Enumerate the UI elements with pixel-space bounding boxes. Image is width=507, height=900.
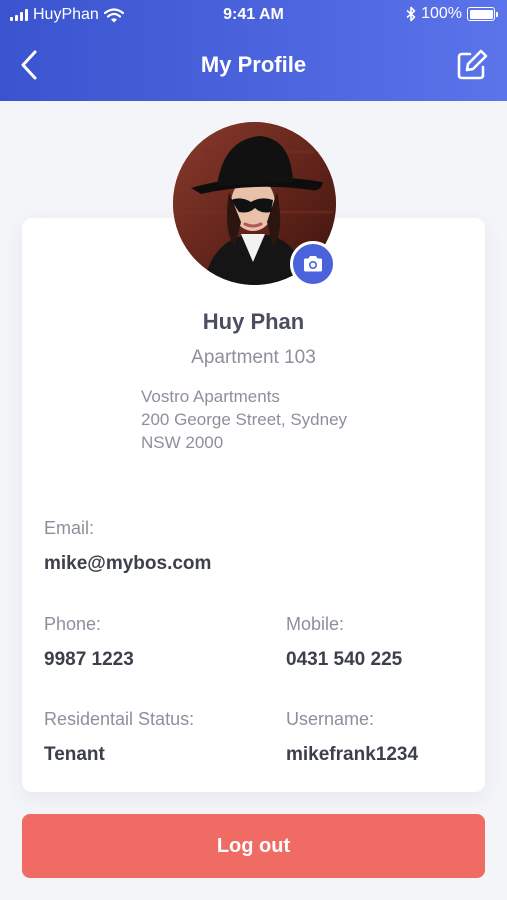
bluetooth-icon [406, 6, 416, 22]
phone-label: Phone: [44, 614, 102, 634]
battery-fill [469, 9, 493, 19]
username-value: mikefrank1234 [286, 744, 419, 765]
address: Vostro Apartments 200 George Street, Syd… [141, 385, 347, 454]
phone-value: 9987 1223 [44, 649, 134, 670]
address-line: NSW 2000 [141, 433, 224, 452]
camera-icon [304, 256, 322, 272]
address-line: Vostro Apartments [141, 387, 280, 406]
mobile-value: 0431 540 225 [286, 649, 403, 670]
app-header: HuyPhan 9:41 AM 100% My Profile [0, 0, 507, 101]
profile-name: Huy Phan [202, 309, 305, 334]
status-bar: HuyPhan 9:41 AM 100% [0, 0, 507, 30]
mobile-label: Mobile: [286, 614, 345, 634]
residential-status-label: Residentail Status: [44, 709, 195, 729]
apartment-label: Apartment 103 [191, 347, 316, 368]
battery-icon [467, 7, 498, 21]
email-value: mike@mybos.com [44, 553, 212, 574]
username-label: Username: [286, 709, 375, 729]
change-photo-button[interactable] [290, 241, 336, 287]
residential-status-value: Tenant [44, 744, 105, 765]
address-line: 200 George Street, Sydney [141, 410, 348, 429]
profile-card [22, 218, 485, 792]
status-right: 100% [406, 5, 498, 23]
edit-profile-button[interactable] [455, 48, 489, 82]
battery-percent: 100% [421, 5, 462, 22]
email-label: Email: [44, 518, 95, 538]
edit-icon [457, 49, 488, 80]
logout-button[interactable]: Log out [22, 814, 485, 878]
page-title: My Profile [200, 52, 307, 77]
